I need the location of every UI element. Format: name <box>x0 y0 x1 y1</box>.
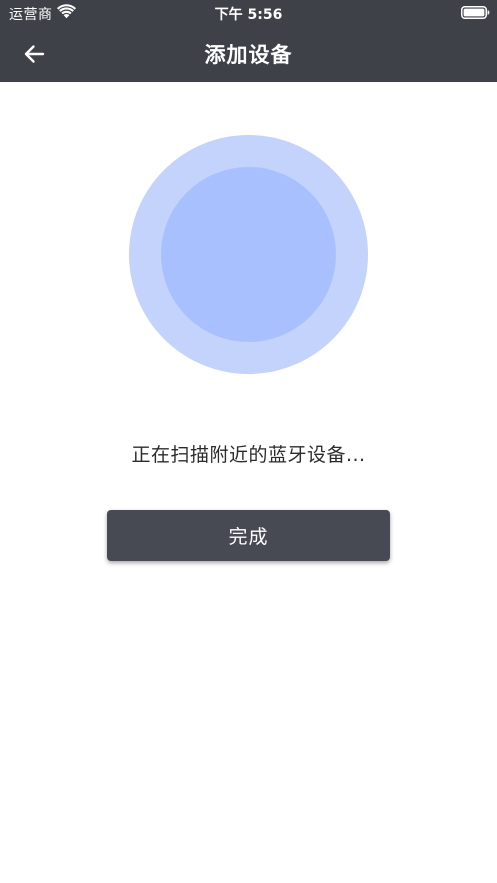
page-title: 添加设备 <box>204 43 293 67</box>
add-device-screen: 运营商 下午 5:56 添加设备 正在扫描附近的蓝牙设备... 完成 <box>0 0 497 883</box>
scan-status-text: 正在扫描附近的蓝牙设备... <box>131 444 366 466</box>
scan-pulse-inner <box>161 167 336 342</box>
nav-bar: 添加设备 <box>0 26 497 82</box>
header: 运营商 下午 5:56 添加设备 <box>0 0 497 82</box>
status-time: 下午 5:56 <box>214 7 283 23</box>
done-button[interactable]: 完成 <box>107 510 390 561</box>
status-bar: 运营商 下午 5:56 <box>0 0 497 26</box>
battery-icon <box>461 6 490 19</box>
